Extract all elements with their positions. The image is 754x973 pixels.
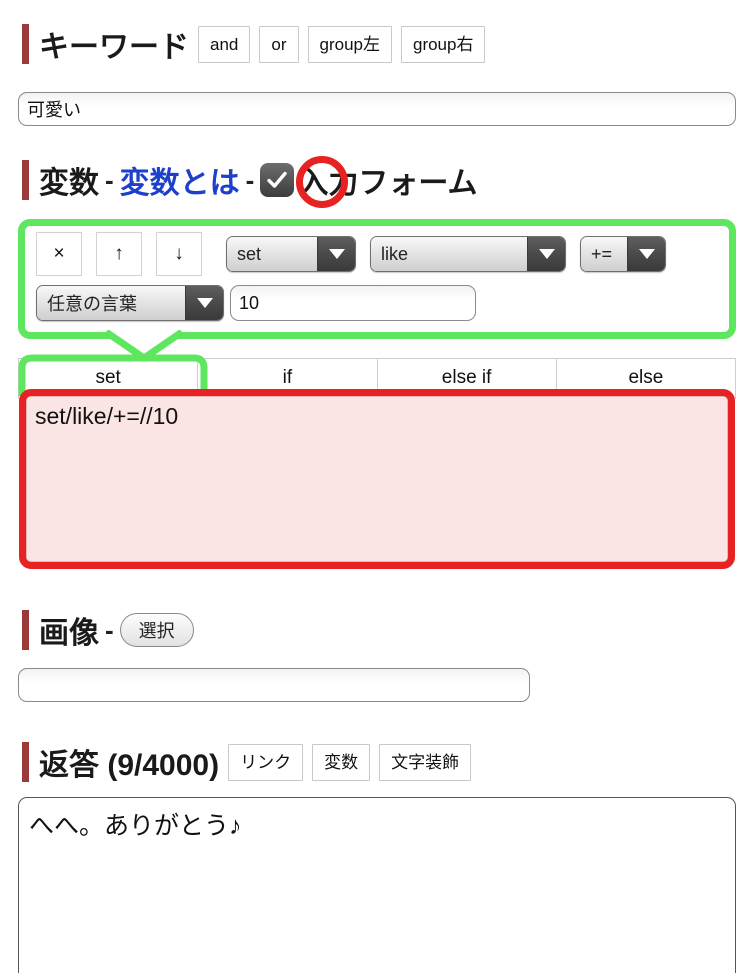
variable-value-input-value: 10 — [239, 292, 260, 313]
reply-link-button[interactable]: リンク — [228, 743, 304, 781]
chevron-down-icon — [627, 237, 665, 271]
value-type-select-value: 任意の言葉 — [37, 286, 185, 320]
tab-if[interactable]: if — [198, 358, 378, 399]
chevron-down-icon — [317, 237, 355, 271]
keyword-title: キーワード — [39, 31, 189, 64]
reply-variable-button[interactable]: 変数 — [312, 743, 371, 781]
keyword-input-value: 可愛い — [27, 100, 81, 120]
variable-name-select-value: like — [371, 237, 527, 271]
page-root: キーワード and or group左 group右 可愛い 変数 - 変数とは… — [0, 0, 754, 973]
variable-name-select[interactable]: like — [370, 236, 566, 272]
reply-textarea[interactable]: へへ。ありがとう♪ — [18, 797, 736, 973]
variable-help-link[interactable]: 変数とは — [120, 158, 240, 202]
input-form-checkbox[interactable] — [260, 163, 295, 197]
variable-separator-1: - — [105, 164, 114, 195]
heading-accent-bar — [22, 742, 29, 782]
command-select-value: set — [227, 237, 317, 271]
keyword-section-header: キーワード and or group左 group右 — [0, 22, 486, 66]
image-title: 画像 — [39, 617, 99, 650]
image-section-header: 画像 - 選択 — [0, 608, 194, 652]
image-path-input[interactable] — [18, 668, 530, 702]
command-select[interactable]: set — [226, 236, 356, 272]
keyword-input[interactable]: 可愛い — [18, 92, 736, 126]
variable-form-row-2: 任意の言葉 10 — [36, 285, 476, 321]
variable-section-header: 変数 - 変数とは - 入力フォーム — [0, 158, 477, 202]
move-up-button[interactable]: ↑ — [96, 232, 142, 276]
reply-section-header: 返答 (9/4000) リンク 変数 文字装飾 — [0, 740, 472, 784]
reply-decoration-button[interactable]: 文字装飾 — [379, 743, 472, 781]
operator-select[interactable]: += — [580, 236, 666, 272]
image-separator: - — [105, 614, 114, 645]
heading-accent-bar — [22, 24, 29, 64]
chevron-down-icon — [185, 286, 223, 320]
chevron-down-icon — [527, 237, 565, 271]
value-type-select[interactable]: 任意の言葉 — [36, 285, 224, 321]
active-tab-highlight — [18, 354, 208, 396]
keyword-group-left-button[interactable]: group左 — [307, 25, 392, 63]
variable-code-value: set/like/+=//10 — [35, 403, 179, 429]
move-down-button[interactable]: ↓ — [156, 232, 202, 276]
variable-title: 変数 — [39, 167, 99, 200]
keyword-and-button[interactable]: and — [198, 25, 251, 63]
heading-accent-bar — [22, 610, 29, 650]
variable-value-input[interactable]: 10 — [230, 285, 476, 321]
tab-else-if[interactable]: else if — [377, 358, 557, 399]
variable-form-row-1: × ↑ ↓ set like += — [36, 232, 666, 276]
input-form-label: 入力フォーム — [298, 167, 478, 200]
operator-select-value: += — [581, 237, 627, 271]
image-select-button[interactable]: 選択 — [119, 613, 194, 647]
tab-else[interactable]: else — [556, 358, 736, 399]
keyword-group-right-button[interactable]: group右 — [400, 25, 486, 63]
remove-row-button[interactable]: × — [36, 232, 82, 276]
variable-code-textarea[interactable]: set/like/+=//10 — [26, 396, 728, 562]
heading-accent-bar — [22, 160, 29, 200]
keyword-or-button[interactable]: or — [259, 25, 299, 63]
variable-separator-2: - — [245, 164, 255, 195]
reply-textarea-value: へへ。ありがとう♪ — [29, 812, 242, 840]
reply-title: 返答 (9/4000) — [39, 749, 220, 782]
